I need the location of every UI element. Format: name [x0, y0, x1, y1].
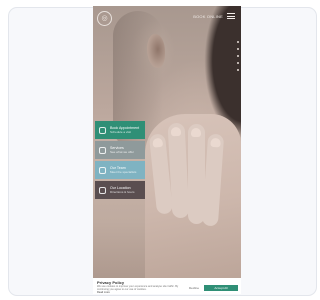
site-logo[interactable]: ◎: [97, 11, 112, 26]
list-icon: [99, 146, 106, 154]
cookie-decline-button[interactable]: Decline: [189, 286, 199, 290]
slide-dot[interactable]: [237, 41, 239, 43]
hero-photo-ear: [147, 34, 165, 68]
slide-dot[interactable]: [237, 69, 239, 71]
slide-dot[interactable]: [237, 48, 239, 50]
tile-subtitle: Directions & hours: [110, 190, 135, 194]
cookie-read-more-link[interactable]: Read more: [97, 291, 237, 294]
tile-our-location[interactable]: Our Location Directions & hours: [95, 181, 145, 199]
slide-dot[interactable]: [237, 55, 239, 57]
header-actions: BOOK ONLINE: [193, 13, 235, 19]
slide-dot[interactable]: [237, 62, 239, 64]
tile-services[interactable]: Services See what we offer: [95, 141, 145, 159]
cookie-accept-button[interactable]: Accept All: [204, 285, 238, 291]
people-icon: [99, 166, 106, 174]
tile-subtitle: Meet the specialists: [110, 170, 137, 174]
tile-book-appointment[interactable]: Book Appointment Schedule a visit: [95, 121, 145, 139]
slide-indicator: [237, 41, 239, 71]
tile-our-team[interactable]: Our Team Meet the specialists: [95, 161, 145, 179]
tile-subtitle: Schedule a visit: [110, 130, 132, 134]
tile-subtitle: See what we offer: [110, 150, 134, 154]
cookie-banner: Privacy Policy We use cookies to improve…: [93, 278, 241, 294]
book-online-link[interactable]: BOOK ONLINE: [193, 14, 223, 19]
pin-icon: [99, 186, 106, 194]
hamburger-menu-icon[interactable]: [227, 13, 235, 19]
calendar-icon: [99, 126, 106, 134]
mobile-screen: ◎ BOOK ONLINE Book Appointment Schedule …: [93, 6, 241, 294]
